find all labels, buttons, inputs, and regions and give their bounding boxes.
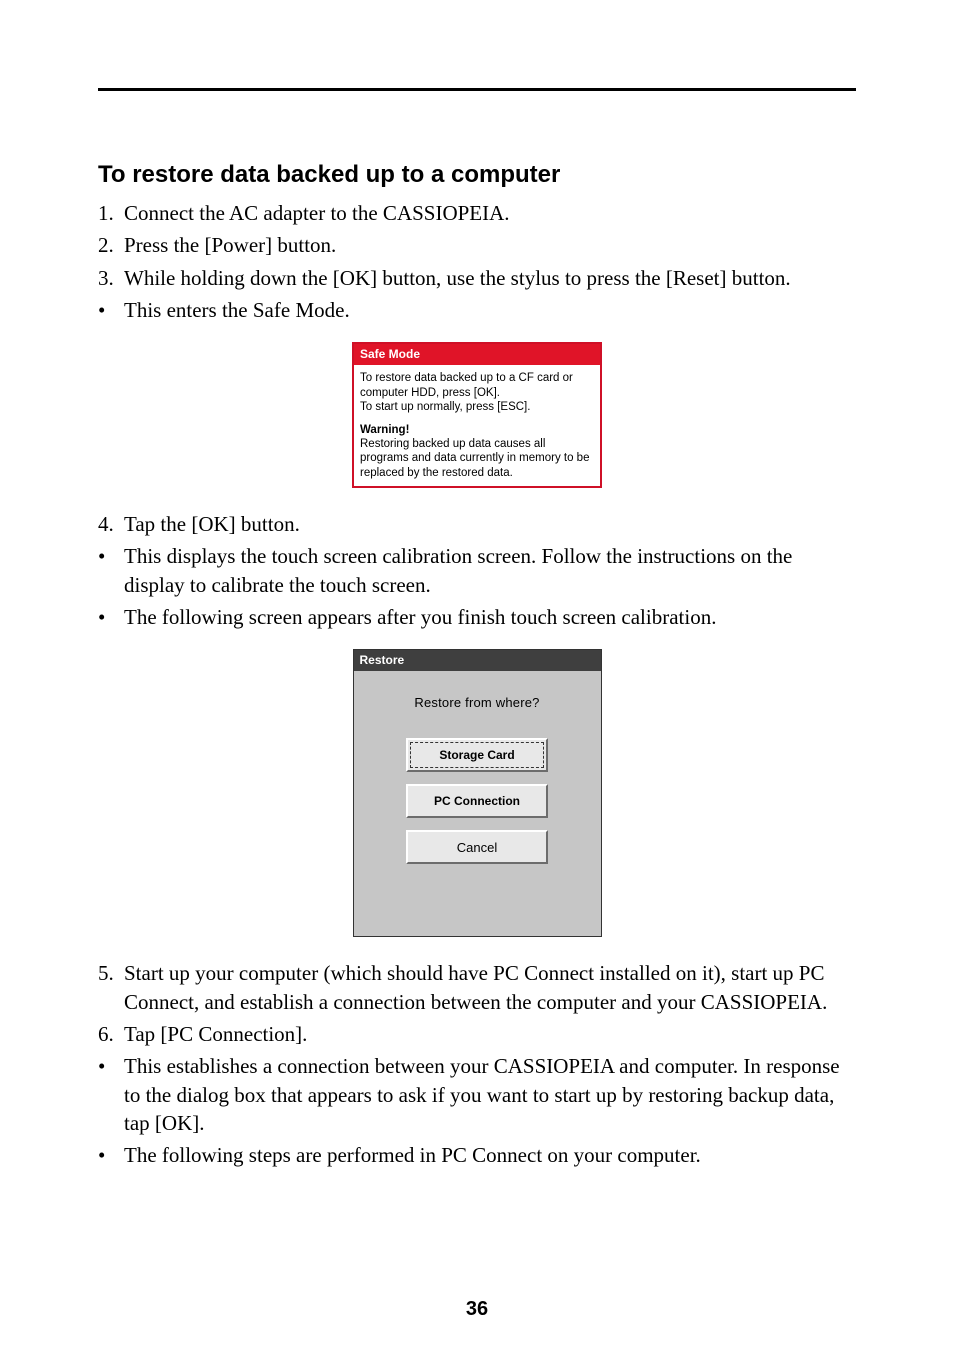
storage-card-button[interactable]: Storage Card bbox=[406, 738, 548, 772]
list-text: The following steps are performed in PC … bbox=[124, 1141, 856, 1169]
restore-body: Restore from where? Storage Card PC Conn… bbox=[354, 671, 601, 936]
bullet-marker: • bbox=[98, 1141, 124, 1169]
restore-figure: Restore Restore from where? Storage Card… bbox=[98, 649, 856, 937]
cancel-button[interactable]: Cancel bbox=[406, 830, 548, 864]
safe-mode-text-line: To restore data backed up to a CF card o… bbox=[360, 371, 594, 400]
button-label: Cancel bbox=[457, 840, 497, 855]
list-item: • The following screen appears after you… bbox=[98, 603, 856, 631]
list-text: Press the [Power] button. bbox=[124, 231, 856, 259]
safe-mode-warning-text: Restoring backed up data causes all prog… bbox=[360, 437, 594, 480]
list-item: 2. Press the [Power] button. bbox=[98, 231, 856, 259]
bullet-marker: • bbox=[98, 603, 124, 631]
bullet-marker: • bbox=[98, 1052, 124, 1080]
list-text: This establishes a connection between yo… bbox=[124, 1052, 856, 1137]
button-label: Storage Card bbox=[439, 748, 514, 762]
pc-connection-button[interactable]: PC Connection bbox=[406, 784, 548, 818]
section-title: To restore data backed up to a computer bbox=[98, 161, 856, 189]
list-item: 5. Start up your computer (which should … bbox=[98, 959, 856, 1016]
button-label: PC Connection bbox=[434, 794, 520, 808]
safe-mode-text-line: To start up normally, press [ESC]. bbox=[360, 400, 594, 414]
safe-mode-title: Safe Mode bbox=[354, 344, 600, 365]
list-marker: 4. bbox=[98, 510, 124, 538]
page-number: 36 bbox=[0, 1298, 954, 1321]
list-item: • This displays the touch screen calibra… bbox=[98, 542, 856, 599]
list-marker: 5. bbox=[98, 959, 124, 987]
list-text: Tap the [OK] button. bbox=[124, 510, 856, 538]
list-text: Connect the AC adapter to the CASSIOPEIA… bbox=[124, 199, 856, 227]
list-item: • This enters the Safe Mode. bbox=[98, 296, 856, 324]
page: To restore data backed up to a computer … bbox=[0, 0, 954, 1355]
list-text: The following screen appears after you f… bbox=[124, 603, 856, 631]
list-item: • The following steps are performed in P… bbox=[98, 1141, 856, 1169]
restore-dialog: Restore Restore from where? Storage Card… bbox=[353, 649, 602, 937]
list-text: Start up your computer (which should hav… bbox=[124, 959, 856, 1016]
list-item: 4. Tap the [OK] button. bbox=[98, 510, 856, 538]
safe-mode-dialog: Safe Mode To restore data backed up to a… bbox=[352, 342, 602, 488]
list-text: This displays the touch screen calibrati… bbox=[124, 542, 856, 599]
header-rule bbox=[98, 88, 856, 91]
list-marker: 3. bbox=[98, 264, 124, 292]
bullet-marker: • bbox=[98, 296, 124, 324]
safe-mode-warning-label: Warning! bbox=[360, 423, 594, 437]
restore-question: Restore from where? bbox=[414, 695, 539, 710]
restore-title: Restore bbox=[354, 650, 601, 671]
list-item: 1. Connect the AC adapter to the CASSIOP… bbox=[98, 199, 856, 227]
list-text: Tap [PC Connection]. bbox=[124, 1020, 856, 1048]
instruction-list: 1. Connect the AC adapter to the CASSIOP… bbox=[98, 199, 856, 324]
list-marker: 2. bbox=[98, 231, 124, 259]
list-marker: 1. bbox=[98, 199, 124, 227]
bullet-marker: • bbox=[98, 542, 124, 570]
list-item: • This establishes a connection between … bbox=[98, 1052, 856, 1137]
instruction-list: 5. Start up your computer (which should … bbox=[98, 959, 856, 1169]
safe-mode-figure: Safe Mode To restore data backed up to a… bbox=[98, 342, 856, 488]
instruction-list: 4. Tap the [OK] button. • This displays … bbox=[98, 510, 856, 631]
list-item: 6. Tap [PC Connection]. bbox=[98, 1020, 856, 1048]
list-marker: 6. bbox=[98, 1020, 124, 1048]
list-text: While holding down the [OK] button, use … bbox=[124, 264, 856, 292]
safe-mode-body: To restore data backed up to a CF card o… bbox=[354, 365, 600, 486]
list-item: 3. While holding down the [OK] button, u… bbox=[98, 264, 856, 292]
list-text: This enters the Safe Mode. bbox=[124, 296, 856, 324]
